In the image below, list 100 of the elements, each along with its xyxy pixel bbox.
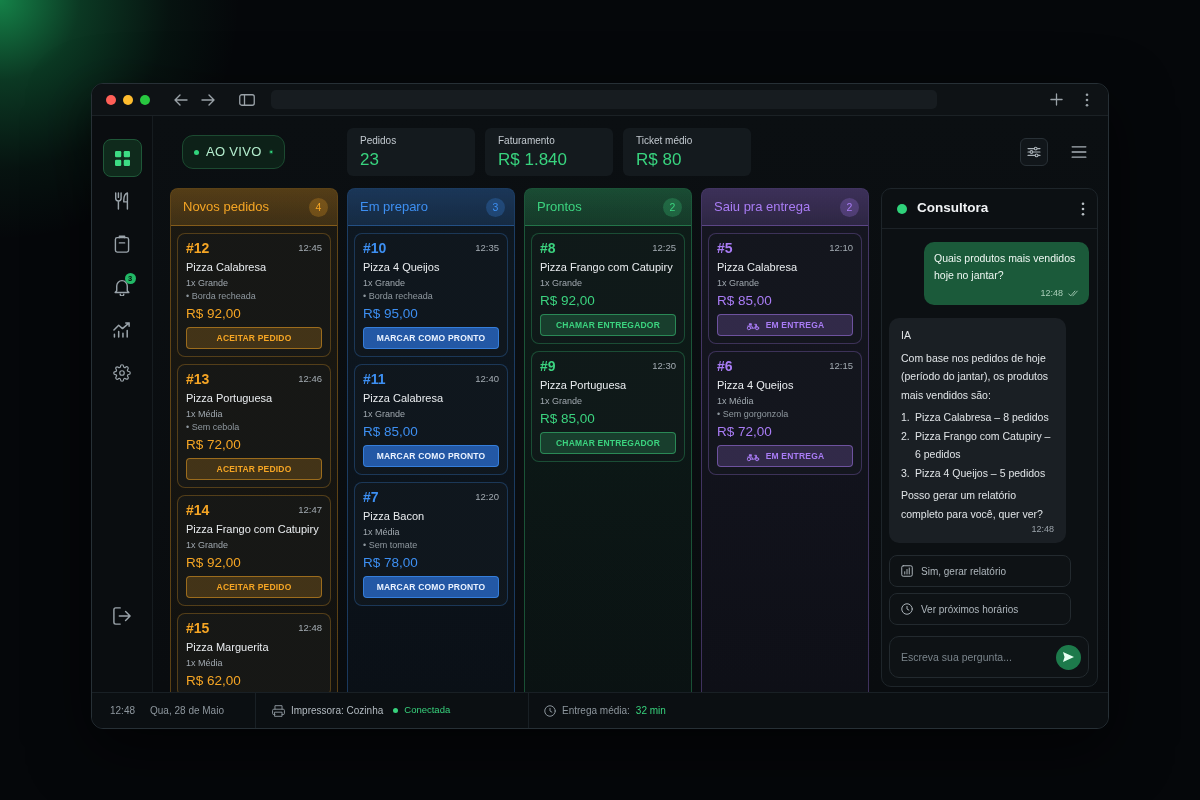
column-title: Em preparo [360,198,428,217]
stat-label: Pedidos [360,134,398,147]
clock-icon [544,704,556,717]
item-size: 1x Grande [363,277,407,289]
printer-icon [272,704,285,717]
message-time: 12:48 [1040,287,1063,299]
order-action-button[interactable]: EM ENTREGA [717,445,853,467]
order-number: #6 [717,358,733,374]
order-number: #12 [186,240,210,256]
printer-label: Impressora: Cozinha [291,704,384,718]
delivery-time: 32 min [635,704,666,718]
count-badge: 2 [663,197,682,217]
order-action-button[interactable]: CHAMAR ENTREGADOR [540,314,676,336]
order-price: R$ 92,00 [186,555,242,571]
chart-icon [113,321,131,339]
order-action-button[interactable]: MARCAR COMO PRONTO [363,445,499,467]
stat-value: R$ 1.840 [498,149,568,171]
order-price: R$ 85,00 [717,293,773,309]
item-note: • Sem gorgonzola [717,408,790,420]
chat-title: Consultora [917,199,989,218]
list-text: Pizza 4 Queijos – 5 pedidos [915,465,1046,481]
product-name: Pizza Frango com Catupiry [186,522,320,536]
product-name: Pizza 4 Queijos [363,260,441,274]
order-price: R$ 72,00 [186,437,242,453]
order-action-button[interactable]: ACEITAR PEDIDO [186,576,322,598]
dashboard-icon [114,150,130,166]
message-text: Com base nos pedidos de hoje (período do jantar), os produtos mais vendidos são: [901,350,1050,403]
order-number: #13 [186,371,210,387]
sidebar-toggle-icon[interactable] [239,93,255,106]
column-title: Novos pedidos [183,198,269,217]
order-price: R$ 85,00 [363,424,419,440]
product-name: Pizza Bacon [363,509,426,523]
order-number: #9 [540,358,556,374]
forward-icon[interactable] [201,93,215,106]
message-text: Quais produtos mais vendidos hoje no jantar? [934,251,1077,283]
count-badge: 2 [840,197,859,217]
item-note: • Borda recheada [186,290,257,302]
suggestion-button[interactable]: Sim, gerar relatório [889,555,1071,587]
order-time: 12:48 [298,622,322,634]
menu-icon[interactable] [1071,146,1087,158]
list-text: Pizza Calabresa – 8 pedidos [915,410,1049,425]
stat-label: Ticket médio [636,134,694,147]
order-time: 12:45 [298,242,322,254]
stat-value: 23 [360,149,380,171]
sliders-icon [1027,146,1041,158]
list-number: 1. [901,410,911,425]
order-action-button[interactable]: ACEITAR PEDIDO [186,327,322,349]
item-size: 1x Grande [186,277,230,289]
live-dot-icon [268,147,273,157]
suggestion-button[interactable]: Ver próximos horários [889,593,1071,625]
product-name: Pizza Calabresa [186,260,268,274]
product-name: Pizza Portuguesa [540,378,628,392]
stat-label: Faturamento [498,134,556,147]
message-text: Posso gerar um relatório completo para você, quer ver? [901,488,1044,522]
order-time: 12:40 [475,373,499,385]
message-input-field[interactable]: Escreva sua pergunta... [889,636,1089,678]
item-size: 1x Grande [540,277,584,289]
more-icon[interactable] [1081,201,1085,216]
filter-button[interactable] [1020,138,1048,166]
order-number: #10 [363,240,387,256]
utensils-icon [113,192,131,210]
order-action-button[interactable]: CHAMAR ENTREGADOR [540,432,676,454]
column-title: Prontos [537,198,582,217]
message-time: 12:48 [1030,523,1054,536]
order-action-button[interactable]: MARCAR COMO PRONTO [363,327,499,349]
clock-icon [901,603,913,615]
item-size: 1x Grande [186,539,230,551]
more-icon[interactable] [1085,92,1089,107]
order-price: R$ 95,00 [363,306,419,322]
stat-value: R$ 80 [636,149,683,171]
product-name: Pizza 4 Queijos [717,378,795,392]
order-number: #5 [717,240,733,256]
order-action-button[interactable]: MARCAR COMO PRONTO [363,576,499,598]
sender-name: IA [901,328,912,343]
order-action-button[interactable]: ACEITAR PEDIDO [186,458,322,480]
minimize-window-icon[interactable] [123,94,133,105]
product-name: Pizza Calabresa [363,391,445,405]
item-note: • Borda recheada [363,290,434,302]
column-title: Saiu pra entrega [714,198,811,217]
order-time: 12:25 [652,242,676,254]
item-size: 1x Grande [363,408,407,420]
order-number: #11 [363,371,386,387]
order-time: 12:15 [829,360,853,372]
product-name: Pizza Marguerita [186,640,270,654]
close-window-icon[interactable] [106,94,116,105]
order-number: #14 [186,502,210,518]
order-action-button[interactable]: EM ENTREGA [717,314,853,336]
plus-icon[interactable] [1050,93,1063,106]
nav-button[interactable] [102,139,142,177]
delivery-label: Entrega média: [562,704,630,718]
item-size: 1x Média [186,408,224,420]
product-name: Pizza Calabresa [717,260,799,274]
zoom-window-icon[interactable] [140,94,150,105]
item-size: 1x Média [717,395,755,407]
logout-icon[interactable] [113,607,131,625]
back-icon[interactable] [174,93,188,106]
order-price: R$ 62,00 [186,673,242,689]
order-time: 12:30 [652,360,676,372]
count-badge: 4 [309,197,328,217]
clipboard-icon [113,235,131,253]
